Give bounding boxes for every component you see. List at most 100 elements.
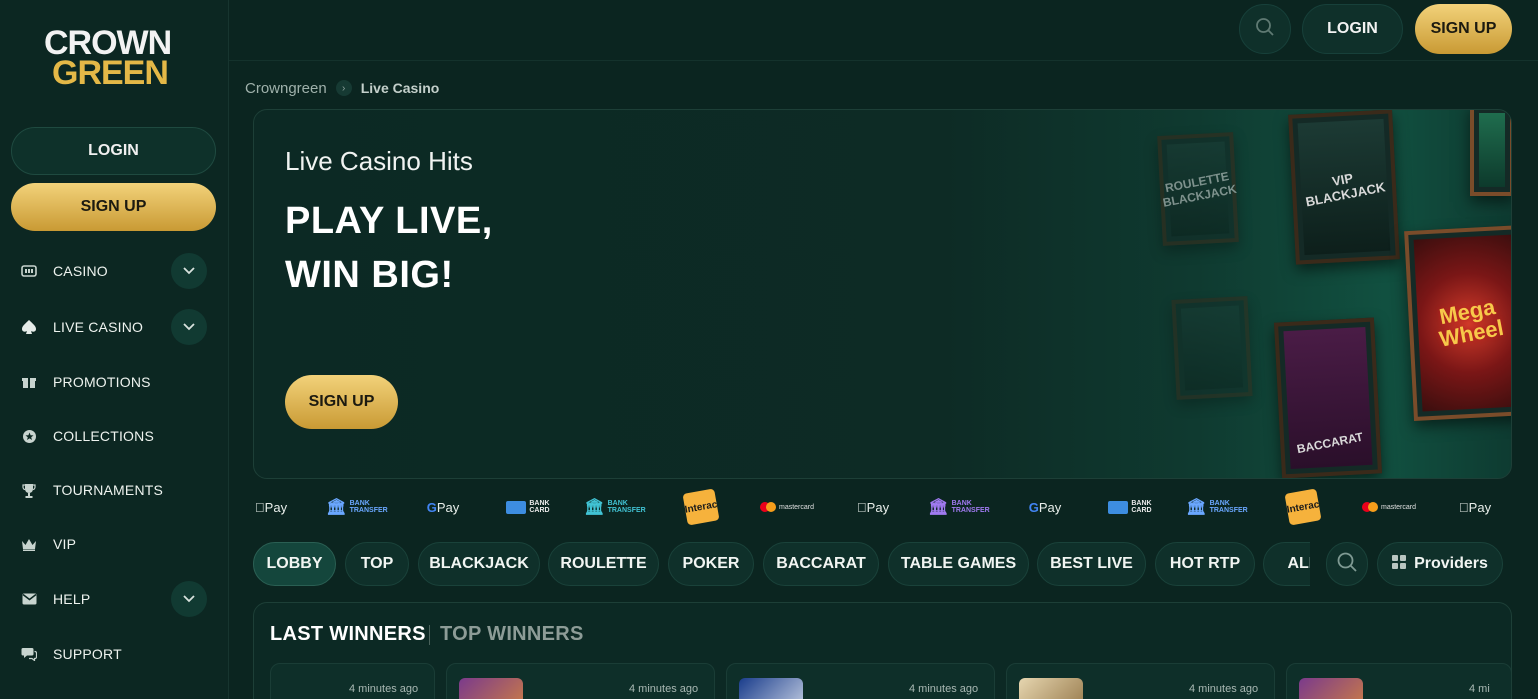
bank-card-logo: BANK CARD (1105, 489, 1155, 525)
bank-text: BANK (607, 500, 628, 507)
header-login-button[interactable]: LOGIN (1302, 4, 1403, 54)
apple-icon:  (857, 500, 867, 515)
tab-hot-rtp[interactable]: HOT RTP (1155, 542, 1255, 586)
bank-transfer-logo: 🏛 BANK TRANSFER (928, 489, 989, 525)
tab-top[interactable]: TOP (345, 542, 409, 586)
google-g-icon: G (1028, 499, 1039, 515)
collection-icon (20, 427, 38, 445)
frame-label: ROULETTE BLACKJACK (1161, 169, 1238, 210)
apple-icon:  (255, 500, 265, 515)
hero-banner: Live Casino Hits PLAY LIVE, WIN BIG! SIG… (253, 109, 1512, 479)
game-thumbnail (459, 678, 523, 699)
apple-pay-text: Pay (1463, 499, 1491, 515)
tab-all[interactable]: ALL (1263, 542, 1310, 586)
baccarat-frame: BACCARAT (1273, 317, 1383, 478)
mastercard-orange-icon (1367, 502, 1378, 512)
header-search-button[interactable] (1239, 4, 1291, 54)
sidebar-item-vip[interactable]: VIP (0, 524, 229, 564)
mastercard-orange-icon (765, 502, 776, 512)
sidebar-item-label: COLLECTIONS (53, 428, 154, 444)
tab-poker[interactable]: POKER (668, 542, 754, 586)
google-pay-text: Pay (436, 499, 460, 515)
tab-lobby[interactable]: LOBBY (253, 542, 336, 586)
tab-last-winners[interactable]: LAST WINNERS (270, 623, 426, 646)
tab-table-games[interactable]: TABLE GAMES (888, 542, 1029, 586)
sidebar-item-label: PROMOTIONS (53, 374, 151, 390)
spade-icon (20, 318, 38, 336)
trophy-icon (20, 481, 38, 499)
interac-logo: Interac (1284, 488, 1322, 526)
winner-card[interactable]: 4 minutes ago (726, 663, 995, 699)
card-icon (506, 500, 527, 514)
sidebar-signup-button[interactable]: SIGN UP (11, 183, 216, 231)
mail-icon (20, 590, 38, 608)
chevron-down-icon[interactable] (171, 253, 207, 289)
payment-methods-strip: Pay 🏛 BANKTRANSFER GPay BANKCARD 🏛 BANK… (253, 488, 1512, 526)
winner-card[interactable]: 4 minutes ago (446, 663, 715, 699)
vip-blackjack-frame: VIP BLACKJACK (1288, 110, 1400, 265)
tab-best-live[interactable]: BEST LIVE (1037, 542, 1146, 586)
winner-card[interactable]: 4 minutes ago (270, 663, 435, 699)
winners-panel: LAST WINNERS TOP WINNERS 4 minutes ago 4… (253, 602, 1512, 699)
winner-time: 4 minutes ago (349, 683, 419, 695)
bank-transfer-logo: 🏛 BANK TRANSFER (1186, 489, 1247, 525)
bank-card-logo: BANK CARD (503, 489, 553, 525)
sidebar-item-label: HELP (53, 591, 91, 607)
google-pay-text: Pay (1038, 499, 1062, 515)
card-text: CARD (529, 507, 550, 514)
interac-text: Interac (682, 488, 720, 526)
apple-icon:  (1459, 500, 1469, 515)
category-tabs: LOBBY TOP BLACKJACK ROULETTE POKER BACCA… (253, 542, 1310, 586)
chevron-down-icon[interactable] (171, 581, 207, 617)
sidebar-item-label: VIP (53, 536, 77, 552)
sidebar-item-label: CASINO (53, 263, 108, 279)
winner-time: 4 minutes ago (629, 683, 699, 695)
google-pay-logo: G Pay (1025, 489, 1065, 525)
hero-subtitle: Live Casino Hits (285, 146, 473, 176)
sidebar-item-promotions[interactable]: PROMOTIONS (0, 362, 229, 402)
dealer-frame (1171, 296, 1253, 400)
tab-baccarat[interactable]: BACCARAT (763, 542, 879, 586)
bank-text: TRANSFER (349, 507, 388, 514)
interac-text: Interac (1284, 488, 1322, 526)
sidebar-item-live-casino[interactable]: LIVE CASINO (0, 307, 229, 347)
sidebar-item-casino[interactable]: CASINO (0, 251, 229, 291)
sidebar-item-label: LIVE CASINO (53, 319, 144, 335)
sidebar-item-collections[interactable]: COLLECTIONS (0, 416, 229, 456)
bank-text: TRANSFER (607, 507, 646, 514)
winner-card[interactable]: 4 mi (1286, 663, 1511, 699)
sidebar-item-tournaments[interactable]: TOURNAMENTS (0, 470, 229, 510)
providers-label: Providers (1414, 555, 1488, 572)
mega-wheel-text: Mega Wheel (1433, 294, 1505, 352)
bank-text: BANK (951, 500, 972, 507)
providers-button[interactable]: Providers (1377, 542, 1503, 586)
apple-pay-text: Pay (861, 499, 889, 515)
tab-blackjack[interactable]: BLACKJACK (418, 542, 540, 586)
games-search-button[interactable] (1326, 542, 1368, 586)
sidebar-login-button[interactable]: LOGIN (11, 127, 216, 175)
breadcrumb: Crowngreen › Live Casino (245, 78, 439, 98)
header-signup-button[interactable]: SIGN UP (1415, 4, 1512, 54)
bank-icon: 🏛 (928, 498, 949, 516)
winners-tab-divider (429, 625, 430, 645)
winner-time: 4 minutes ago (1189, 683, 1259, 695)
hero-title-line: WIN BIG! (285, 254, 454, 296)
tab-roulette[interactable]: ROULETTE (548, 542, 659, 586)
search-icon (1255, 17, 1275, 42)
winner-time: 4 mi (1469, 683, 1490, 695)
sidebar-item-support[interactable]: SUPPORT (0, 634, 229, 674)
tab-top-winners[interactable]: TOP WINNERS (440, 623, 584, 646)
mega-wheel-frame: Mega Wheel (1404, 224, 1511, 422)
interac-logo: Interac (682, 488, 720, 526)
winner-card[interactable]: 4 minutes ago (1006, 663, 1275, 699)
chevron-down-icon[interactable] (171, 309, 207, 345)
crowngreen-logo[interactable]: CROWN GREEN (40, 22, 190, 94)
card-text: BANK (1131, 500, 1152, 507)
bank-text: BANK (349, 500, 370, 507)
breadcrumb-home-link[interactable]: Crowngreen (245, 80, 327, 97)
hero-title: PLAY LIVE, WIN BIG! (285, 194, 493, 302)
sidebar-item-label: SUPPORT (53, 646, 122, 662)
hero-signup-button[interactable]: SIGN UP (285, 375, 398, 429)
mastercard-text: mastercard (778, 503, 814, 511)
sidebar-item-help[interactable]: HELP (0, 579, 229, 619)
